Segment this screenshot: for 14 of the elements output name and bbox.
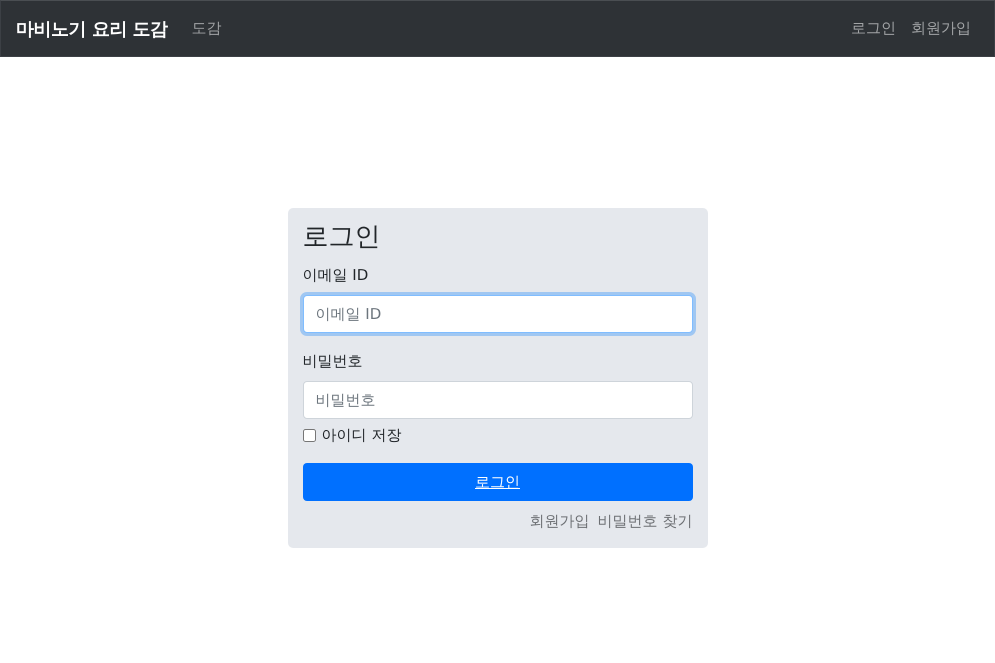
input-field[interactable]: 이메일 ID	[302, 295, 692, 333]
nav-link[interactable]: 회원가입	[911, 19, 971, 38]
remember-checkbox[interactable]	[302, 428, 316, 442]
nav-link[interactable]: 도감	[192, 19, 222, 38]
form-link[interactable]: 회원가입	[530, 509, 590, 533]
login-button[interactable]: 로그인	[302, 463, 692, 501]
form-title: 로그인	[302, 222, 382, 253]
brand-link[interactable]: 마비노기 요리 도감	[16, 16, 168, 40]
form-link[interactable]: 비밀번호 찾기	[598, 509, 692, 533]
nav-link[interactable]: 로그인	[851, 19, 896, 38]
input-field[interactable]: 비밀번호	[302, 381, 692, 419]
field-label: 이메일 ID	[302, 265, 370, 286]
checkbox-label: 아이디 저장	[322, 426, 402, 444]
field-label: 비밀번호	[302, 351, 364, 372]
